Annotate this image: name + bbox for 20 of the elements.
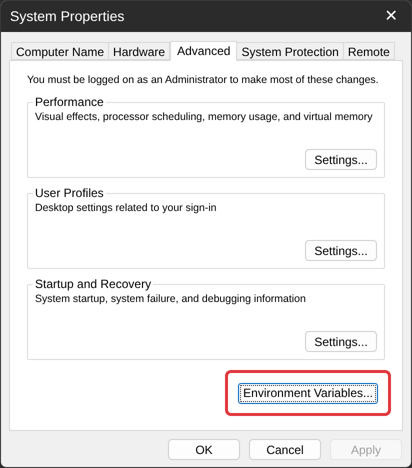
settings-button[interactable]: Settings... bbox=[305, 240, 377, 261]
dialog-button[interactable]: Cancel bbox=[249, 439, 321, 460]
group-description: Visual effects, processor scheduling, memory usage, and virtual memory bbox=[35, 110, 374, 124]
group-title: Startup and Recovery bbox=[33, 277, 154, 291]
dialog-button[interactable]: OK bbox=[168, 439, 240, 460]
tab[interactable]: Advanced bbox=[170, 41, 238, 61]
admin-notice: You must be logged on as an Administrator to make most of these changes. bbox=[27, 73, 380, 87]
group-title: Performance bbox=[33, 95, 106, 109]
group-description: Desktop settings related to your sign-in bbox=[35, 201, 218, 215]
close-button[interactable]: ✕ bbox=[371, 1, 411, 32]
environment-variables-button[interactable]: Environment Variables... bbox=[238, 382, 378, 404]
tab[interactable]: Remote bbox=[344, 42, 395, 60]
tab[interactable]: Hardware bbox=[109, 42, 170, 60]
tab[interactable]: Computer Name bbox=[11, 42, 110, 60]
group-description: System startup, system failure, and debugging information bbox=[35, 292, 307, 306]
window-title: System Properties bbox=[10, 7, 124, 26]
settings-button[interactable]: Settings... bbox=[305, 331, 377, 352]
group-title: User Profiles bbox=[33, 186, 106, 200]
tab[interactable]: System Protection bbox=[237, 42, 344, 60]
settings-button[interactable]: Settings... bbox=[305, 149, 377, 170]
